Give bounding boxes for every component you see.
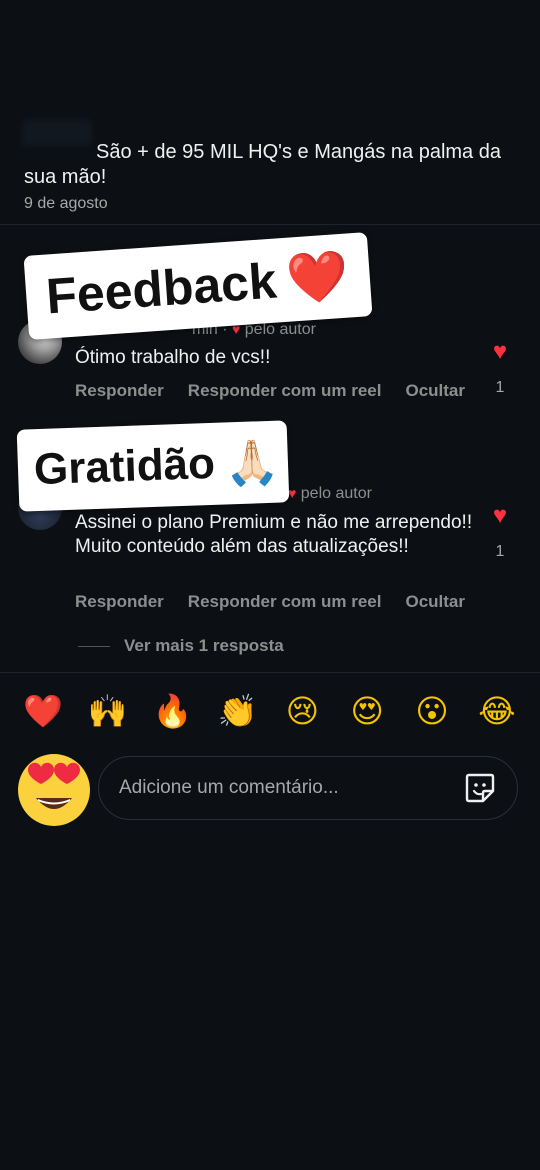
comment-input[interactable]: Adicione um comentário... — [98, 756, 518, 820]
hide-button[interactable]: Ocultar — [405, 381, 465, 401]
sticker-icon[interactable] — [463, 771, 497, 805]
like-heart-icon[interactable]: ♥ — [487, 502, 513, 530]
like-count: 1 — [495, 543, 505, 560]
comment-input-placeholder: Adicione um comentário... — [119, 777, 339, 798]
clapping-hands-emoji[interactable]: 👏 — [217, 692, 259, 730]
view-more-replies[interactable]: Ver mais 1 resposta — [78, 636, 284, 656]
post-date: 9 de agosto — [24, 195, 108, 212]
divider — [0, 224, 540, 225]
fire-emoji[interactable]: 🔥 — [152, 692, 194, 730]
author-heart-icon: ♥ — [288, 485, 297, 501]
gratidao-sticker: Gratidão 🙏🏻 — [16, 420, 290, 512]
praying-hands-icon: 🙏🏻 — [224, 436, 281, 490]
view-more-replies-label[interactable]: Ver mais 1 resposta — [124, 636, 284, 656]
like-count: 1 — [495, 379, 505, 396]
red-heart-emoji[interactable]: ❤️ — [22, 692, 64, 730]
heart-eyes-avatar-icon — [18, 754, 90, 826]
surprised-face-emoji[interactable]: 😮 — [411, 692, 453, 730]
comment-meta: ♥ pelo autor — [288, 485, 372, 503]
post-caption: São + de 95 MIL HQ's e Mangás na palma d… — [24, 141, 501, 188]
gratidao-sticker-label: Gratidão — [33, 438, 216, 495]
like-heart-icon[interactable]: ♥ — [487, 338, 513, 366]
feedback-sticker: Feedback ❤️ — [23, 232, 373, 340]
comment-text: Assinei o plano Premium e não me arrepen… — [75, 512, 473, 557]
divider — [0, 672, 540, 673]
hide-button[interactable]: Ocultar — [405, 592, 465, 612]
raising-hands-emoji[interactable]: 🙌 — [87, 692, 129, 730]
liked-by-author: pelo autor — [300, 485, 372, 502]
comment-actions: Responder Responder com um reel Ocultar — [75, 381, 465, 401]
heart-eyes-emoji[interactable]: 😍 — [346, 692, 388, 730]
reply-with-reel-button[interactable]: Responder com um reel — [188, 592, 382, 612]
red-heart-icon: ❤️ — [284, 246, 351, 309]
reply-button[interactable]: Responder — [75, 381, 164, 401]
feedback-sticker-label: Feedback — [44, 252, 279, 325]
comment-actions: Responder Responder com um reel Ocultar — [75, 592, 465, 612]
emoji-reaction-bar: ❤️ 🙌 🔥 👏 😢 😍 😮 😂 — [0, 692, 540, 730]
comment-text: Ótimo trabalho de vcs!! — [75, 347, 271, 368]
reply-with-reel-button[interactable]: Responder com um reel — [188, 381, 382, 401]
crying-face-emoji[interactable]: 😢 — [281, 692, 323, 730]
more-replies-line — [78, 645, 110, 647]
reply-button[interactable]: Responder — [75, 592, 164, 612]
laughing-tears-emoji[interactable]: 😂 — [476, 692, 518, 730]
